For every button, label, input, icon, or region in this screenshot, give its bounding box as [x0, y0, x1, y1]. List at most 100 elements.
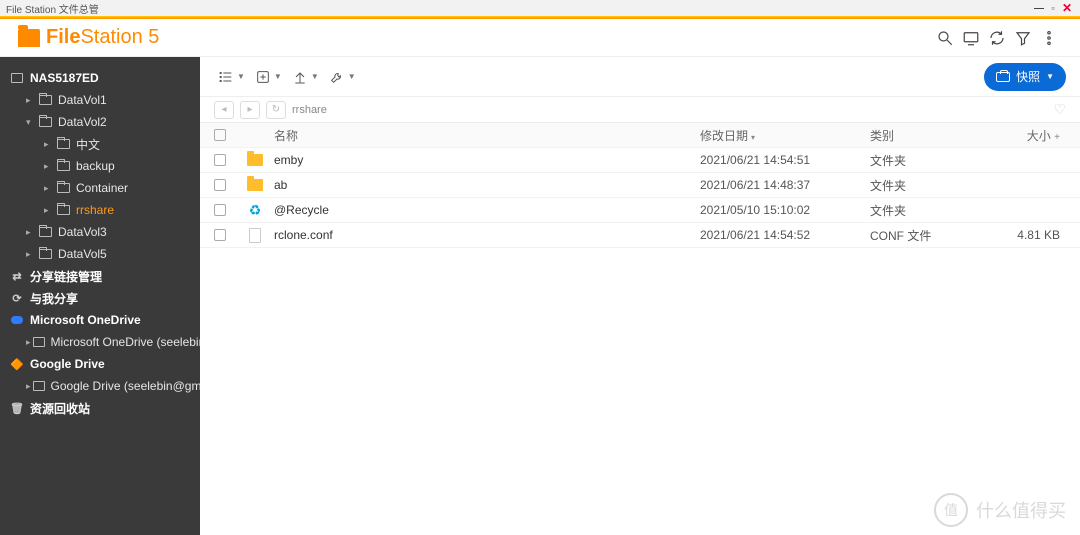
app-logo: FileStation 5: [18, 26, 159, 49]
folder-outline-icon: [39, 249, 52, 259]
monitor-icon[interactable]: [958, 25, 984, 51]
row-checkbox[interactable]: [214, 229, 226, 241]
cell-type: CONF 文件: [870, 227, 1000, 244]
folder-icon: [247, 179, 263, 191]
cell-name: @Recycle: [270, 203, 700, 217]
table-row[interactable]: ab2021/06/21 14:48:37文件夹: [200, 173, 1080, 198]
sidebar-onedrive-label: Microsoft OneDrive: [30, 313, 141, 327]
sidebar-item-label: rrshare: [76, 203, 114, 217]
search-icon[interactable]: [932, 25, 958, 51]
sidebar-item-label: DataVol5: [58, 247, 107, 261]
folder-icon: [18, 29, 40, 47]
main-panel: ▼ ▼ ▼ ▼ 快照 ▼ ◂ ▸ ↻: [200, 57, 1080, 535]
sidebar: NAS5187ED ▸DataVol1 ▾ DataVol2 ▸ 中文 ▸backup▸C…: [0, 57, 200, 535]
favorite-icon[interactable]: ♡: [1053, 101, 1066, 118]
file-icon: [249, 228, 261, 243]
cell-date: 2021/05/10 15:10:02: [700, 203, 870, 217]
sidebar-item-datavol2[interactable]: ▾ DataVol2: [0, 111, 200, 133]
nav-reload-button[interactable]: ↻: [266, 101, 286, 119]
select-all-checkbox[interactable]: [214, 129, 226, 141]
sidebar-item-label: DataVol3: [58, 225, 107, 239]
snapshot-button[interactable]: 快照 ▼: [984, 63, 1066, 91]
folder-outline-icon: [39, 95, 52, 105]
expand-arrow-icon[interactable]: ▸: [44, 161, 54, 172]
sidebar-root-nas[interactable]: NAS5187ED: [0, 67, 200, 89]
column-size[interactable]: 大小 +: [1000, 127, 1080, 144]
window-maximize-button[interactable]: ▫: [1046, 3, 1060, 13]
snapshot-label: 快照: [1016, 68, 1040, 85]
breadcrumb-bar: ◂ ▸ ↻ rrshare ♡: [200, 97, 1080, 123]
app-header: FileStation 5: [0, 19, 1080, 57]
sidebar-item-backup[interactable]: ▸backup: [0, 155, 200, 177]
sidebar-share-mgmt[interactable]: ⇄ 分享链接管理: [0, 265, 200, 287]
sidebar-recycle[interactable]: 🗑 资源回收站: [0, 397, 200, 419]
sidebar-item-container[interactable]: ▸Container: [0, 177, 200, 199]
window-close-button[interactable]: ✕: [1060, 1, 1074, 15]
breadcrumb-path[interactable]: rrshare: [292, 104, 327, 116]
row-checkbox[interactable]: [214, 154, 226, 166]
row-checkbox[interactable]: [214, 179, 226, 191]
add-button[interactable]: ▼: [251, 63, 286, 91]
table-row[interactable]: ♻@Recycle2021/05/10 15:10:02文件夹: [200, 198, 1080, 223]
shared-icon: ⟳: [10, 292, 24, 304]
table-row[interactable]: rclone.conf2021/06/21 14:54:52CONF 文件4.8…: [200, 223, 1080, 248]
column-date[interactable]: 修改日期▾: [700, 127, 870, 144]
expand-arrow-icon[interactable]: ▸: [26, 95, 36, 106]
cell-date: 2021/06/21 14:54:51: [700, 153, 870, 167]
sidebar-item-datavol1[interactable]: ▸DataVol1: [0, 89, 200, 111]
sidebar-onedrive-account[interactable]: ▸ Microsoft OneDrive (seelebin@: [0, 331, 200, 353]
gdrive-icon: 🔶: [10, 358, 24, 370]
folder-outline-icon: [57, 161, 70, 171]
cell-date: 2021/06/21 14:48:37: [700, 178, 870, 192]
sidebar-root-label: NAS5187ED: [30, 71, 99, 85]
more-icon[interactable]: [1036, 25, 1062, 51]
nas-icon: [11, 73, 23, 83]
sidebar-item-datavol3[interactable]: ▸ DataVol3: [0, 221, 200, 243]
folder-outline-icon: [39, 117, 52, 127]
toolbar: ▼ ▼ ▼ ▼ 快照 ▼: [200, 57, 1080, 97]
sidebar-shared-label: 与我分享: [30, 290, 78, 307]
sidebar-gdrive[interactable]: 🔶 Google Drive: [0, 353, 200, 375]
column-name[interactable]: 名称: [270, 127, 700, 144]
trash-icon: 🗑: [10, 402, 24, 414]
upload-button[interactable]: ▼: [288, 63, 323, 91]
watermark-badge: 值: [934, 493, 968, 527]
folder-outline-icon: [57, 183, 70, 193]
filter-icon[interactable]: [1010, 25, 1036, 51]
cell-type: 文件夹: [870, 177, 1000, 194]
expand-arrow-icon[interactable]: ▸: [26, 227, 36, 238]
window-title: File Station 文件总管: [6, 1, 99, 16]
sidebar-gdrive-account[interactable]: ▸ Google Drive (seelebin@gmail.: [0, 375, 200, 397]
refresh-icon[interactable]: [984, 25, 1010, 51]
nav-back-button[interactable]: ◂: [214, 101, 234, 119]
expand-arrow-icon[interactable]: ▸: [44, 205, 54, 216]
sidebar-onedrive-acct-label: Microsoft OneDrive (seelebin@: [51, 335, 200, 349]
camera-icon: [996, 72, 1010, 82]
sidebar-recycle-label: 资源回收站: [30, 400, 90, 417]
expand-arrow-icon[interactable]: ▸: [44, 139, 54, 150]
nav-forward-button[interactable]: ▸: [240, 101, 260, 119]
onedrive-icon: [11, 316, 23, 324]
sidebar-item-label: DataVol2: [58, 115, 107, 129]
app-name-bold: File: [46, 26, 80, 48]
sidebar-item-中文[interactable]: ▸ 中文: [0, 133, 200, 155]
sidebar-shared-with-me[interactable]: ⟳ 与我分享: [0, 287, 200, 309]
expand-arrow-icon[interactable]: ▸: [44, 183, 54, 194]
sidebar-item-datavol5[interactable]: ▸ DataVol5: [0, 243, 200, 265]
sidebar-item-rrshare[interactable]: ▸ rrshare: [0, 199, 200, 221]
window-minimize-button[interactable]: —: [1032, 3, 1046, 14]
account-icon: [33, 381, 45, 391]
folder-outline-icon: [57, 139, 70, 149]
column-type[interactable]: 类别: [870, 127, 1000, 144]
sidebar-share-label: 分享链接管理: [30, 268, 102, 285]
tools-button[interactable]: ▼: [325, 63, 360, 91]
expand-arrow-icon[interactable]: ▸: [26, 249, 36, 260]
table-row[interactable]: emby2021/06/21 14:54:51文件夹: [200, 148, 1080, 173]
cell-name: ab: [270, 178, 700, 192]
sidebar-onedrive[interactable]: Microsoft OneDrive: [0, 309, 200, 331]
folder-outline-icon: [57, 205, 70, 215]
view-mode-button[interactable]: ▼: [214, 63, 249, 91]
row-checkbox[interactable]: [214, 204, 226, 216]
sidebar-item-label: 中文: [76, 136, 100, 153]
expand-arrow-icon[interactable]: ▾: [26, 117, 36, 128]
